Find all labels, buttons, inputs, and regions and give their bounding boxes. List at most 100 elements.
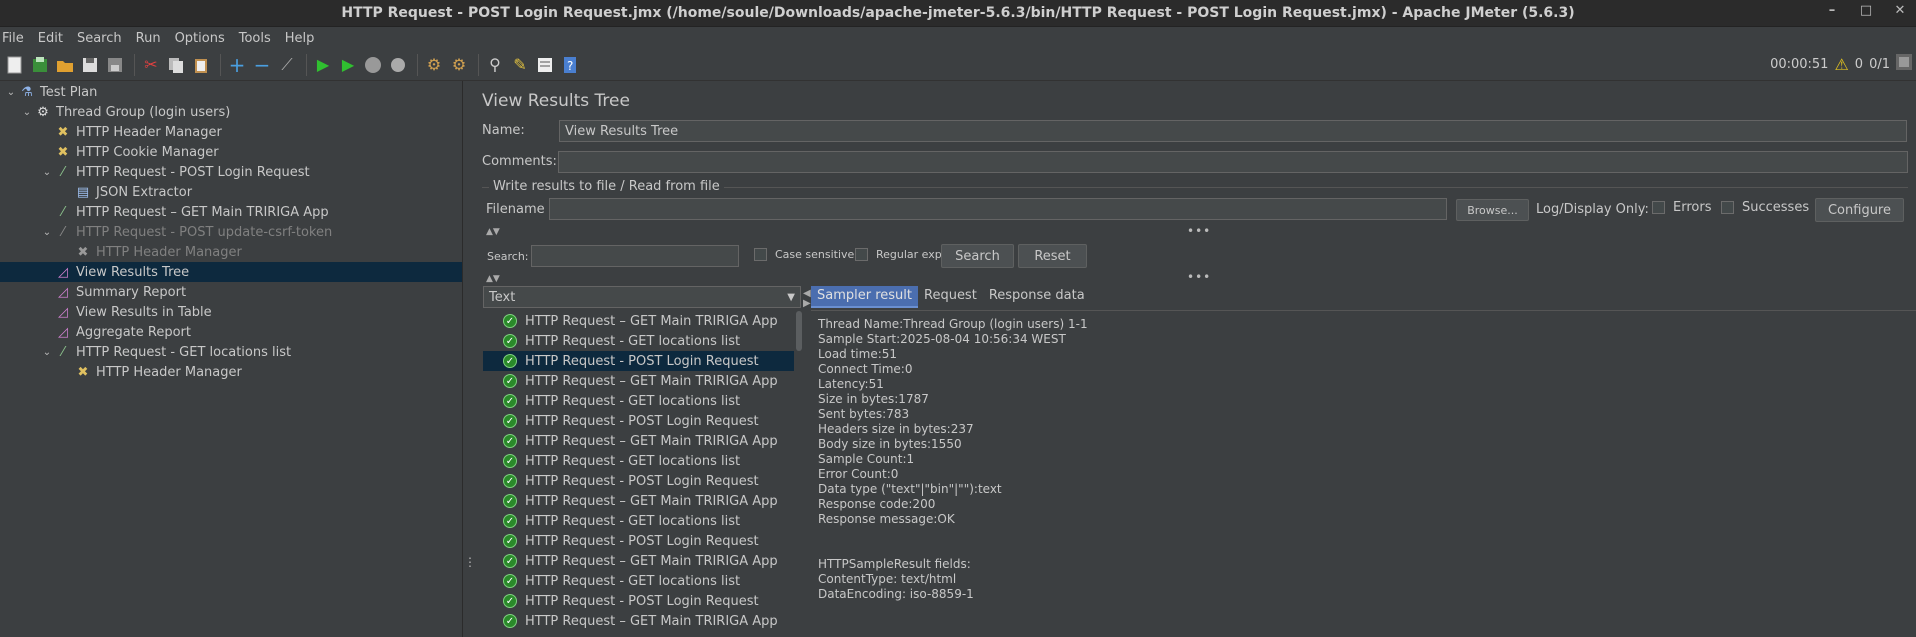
toggle-icon[interactable]: ⟋ [276, 54, 298, 76]
expand-right-icon[interactable]: ▶ [803, 298, 811, 309]
tree-item-update-csrf[interactable]: ⌄ ⁄ HTTP Request - POST update-csrf-toke… [40, 222, 332, 242]
renderer-select[interactable]: Text ▼ [483, 286, 801, 308]
regular-exp-checkbox[interactable]: Regular exp. [855, 248, 945, 261]
menu-search[interactable]: Search [77, 31, 122, 46]
split-arrows-icon[interactable]: ▲▼ [486, 227, 500, 237]
tree-item-view-results-table[interactable]: ◿ View Results in Table [54, 302, 212, 322]
collapse-chevron-icon[interactable]: ⌄ [4, 87, 18, 98]
clear-all-icon[interactable]: ⚙ [448, 54, 470, 76]
tree-item-post-login[interactable]: ⌄ ⁄ HTTP Request - POST Login Request [40, 162, 310, 182]
split-handle-icon[interactable]: ••• [1187, 224, 1211, 238]
tree-item-json-extractor[interactable]: ▤ JSON Extractor [74, 182, 192, 202]
collapse-chevron-icon[interactable]: ⌄ [40, 227, 54, 238]
split-handle-icon[interactable]: ••• [1187, 270, 1211, 284]
checkbox-box[interactable] [1721, 201, 1734, 214]
tab-request[interactable]: Request [918, 286, 983, 308]
tree-item-label: HTTP Cookie Manager [76, 144, 219, 160]
menu-edit[interactable]: Edit [38, 31, 63, 46]
list-item-selected[interactable]: ✓ HTTP Request - POST Login Request [483, 351, 803, 371]
collapse-icon[interactable]: − [251, 53, 273, 77]
list-item[interactable]: ✓ HTTP Request - GET locations list [483, 571, 803, 591]
list-item[interactable]: ✓ HTTP Request - POST Login Request [483, 471, 803, 491]
case-sensitive-checkbox[interactable]: Case sensitive [754, 248, 854, 261]
collapse-chevron-icon[interactable]: ⌄ [20, 107, 34, 118]
menu-tools[interactable]: Tools [239, 31, 271, 46]
results-scrollbar[interactable] [794, 311, 804, 637]
reset-button[interactable]: Reset [1018, 244, 1087, 268]
tree-item-aggregate-report[interactable]: ◿ Aggregate Report [54, 322, 191, 342]
search-input[interactable] [531, 245, 739, 267]
list-item[interactable]: ✓ HTTP Request – GET Main TRIRIGA App [483, 371, 803, 391]
errors-checkbox[interactable]: Errors [1652, 200, 1711, 215]
split-handle-icon[interactable]: ⋮ [464, 555, 477, 569]
cut-icon[interactable]: ✂ [140, 54, 162, 76]
new-icon[interactable] [4, 54, 26, 76]
list-item[interactable]: ✓ HTTP Request - GET locations list [483, 511, 803, 531]
minimize-button[interactable]: – [1824, 3, 1840, 18]
list-item[interactable]: ✓ HTTP Request - POST Login Request [483, 411, 803, 431]
tab-response-data[interactable]: Response data [983, 286, 1091, 308]
configure-button[interactable]: Configure [1815, 198, 1904, 222]
start-icon[interactable]: ▶ [312, 54, 334, 76]
tree-item-header-manager[interactable]: ✖ HTTP Header Manager [54, 122, 222, 142]
search-icon[interactable]: ⚲ [484, 54, 506, 76]
open-icon[interactable] [54, 54, 76, 76]
comments-input[interactable] [558, 151, 1908, 173]
reset-search-icon[interactable]: ✎ [509, 54, 531, 76]
collapse-chevron-icon[interactable]: ⌄ [40, 347, 54, 358]
start-no-pauses-icon[interactable]: ▶ [337, 54, 359, 76]
list-item[interactable]: ✓ HTTP Request - GET locations list [483, 451, 803, 471]
list-item[interactable]: ✓ HTTP Request - GET locations list [483, 391, 803, 411]
results-scrollbar-thumb[interactable] [796, 311, 802, 351]
tab-sampler-result[interactable]: Sampler result [811, 286, 918, 308]
list-item[interactable]: ✓ HTTP Request – GET Main TRIRIGA App [483, 551, 803, 571]
clear-icon[interactable]: ⚙ [423, 54, 445, 76]
paste-icon[interactable] [190, 54, 212, 76]
browse-button[interactable]: Browse... [1456, 199, 1529, 221]
close-button[interactable]: ✕ [1892, 3, 1908, 18]
menu-help[interactable]: Help [285, 31, 315, 46]
tree-item-test-plan[interactable]: ⌄ ⚗ Test Plan [4, 82, 98, 102]
tree-item-thread-group[interactable]: ⌄ ⚙ Thread Group (login users) [20, 102, 231, 122]
copy-icon[interactable] [165, 54, 187, 76]
stop-icon[interactable] [362, 54, 384, 76]
list-item[interactable]: ✓ HTTP Request - POST Login Request [483, 531, 803, 551]
list-item[interactable]: ✓ HTTP Request – GET Main TRIRIGA App [483, 431, 803, 451]
menu-run[interactable]: Run [136, 31, 161, 46]
successes-checkbox[interactable]: Successes [1721, 200, 1809, 215]
checkbox-box[interactable] [754, 248, 767, 261]
filename-input[interactable] [549, 198, 1447, 220]
menu-options[interactable]: Options [175, 31, 225, 46]
name-input[interactable] [559, 120, 1907, 142]
maximize-button[interactable]: □ [1858, 3, 1874, 18]
search-button[interactable]: Search [941, 244, 1014, 268]
tree-item-header-manager-2[interactable]: ✖ HTTP Header Manager [74, 362, 242, 382]
errors-label: Errors [1673, 200, 1712, 215]
list-item[interactable]: ✓ HTTP Request - POST Login Request [483, 591, 803, 611]
split-arrows-icon[interactable]: ▲▼ [486, 274, 500, 284]
templates-icon[interactable] [29, 54, 51, 76]
tree-item-cookie-manager[interactable]: ✖ HTTP Cookie Manager [54, 142, 219, 162]
tree-item-header-manager-disabled[interactable]: ✖ HTTP Header Manager [74, 242, 242, 262]
save-icon[interactable] [79, 54, 101, 76]
list-item[interactable]: ✓ HTTP Request - GET locations list [483, 331, 803, 351]
list-item[interactable]: ✓ HTTP Request – GET Main TRIRIGA App [483, 311, 803, 331]
checkbox-box[interactable] [855, 248, 868, 261]
menu-file[interactable]: File [2, 31, 24, 46]
result-line: Sample Count:1 [818, 452, 915, 466]
checkbox-box[interactable] [1652, 201, 1665, 214]
list-item[interactable]: ✓ HTTP Request – GET Main TRIRIGA App [483, 611, 803, 631]
expand-icon[interactable]: + [226, 53, 248, 77]
tree-item-view-results-tree[interactable]: ◿ View Results Tree [0, 262, 462, 282]
warning-icon[interactable]: ⚠ [1834, 55, 1848, 74]
list-item[interactable]: ✓ HTTP Request – GET Main TRIRIGA App [483, 491, 803, 511]
help-icon[interactable]: ? [559, 54, 581, 76]
tree-item-summary-report[interactable]: ◿ Summary Report [54, 282, 186, 302]
save-as-icon[interactable] [104, 54, 126, 76]
sampler-result-text[interactable]: Thread Name:Thread Group (login users) 1… [811, 310, 1916, 637]
collapse-chevron-icon[interactable]: ⌄ [40, 167, 54, 178]
shutdown-icon[interactable] [387, 54, 409, 76]
tree-item-get-locations[interactable]: ⌄ ⁄ HTTP Request - GET locations list [40, 342, 291, 362]
tree-item-get-main[interactable]: ⁄ HTTP Request – GET Main TRIRIGA App [54, 202, 329, 222]
function-helper-icon[interactable] [534, 54, 556, 76]
